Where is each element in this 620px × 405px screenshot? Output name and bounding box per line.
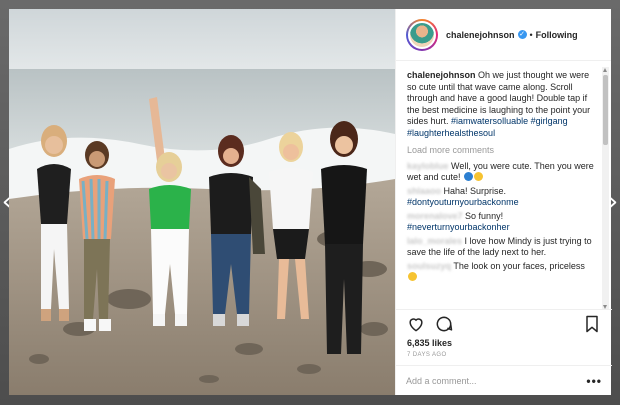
comments-list[interactable]: chalenejohnson Oh we just thought we wer…: [396, 62, 602, 309]
laughing-emoji-icon: [474, 172, 484, 181]
post-actions: 6,835 likes 7 DAYS AGO •••: [396, 309, 612, 395]
post-header: chalenejohnson ✓ • Following: [396, 9, 611, 61]
action-icons-row: [396, 310, 612, 338]
caption-hashtag-3[interactable]: #laughterhealsthesoul: [407, 128, 495, 138]
caption-username[interactable]: chalenejohnson: [407, 70, 476, 80]
following-button[interactable]: Following: [536, 30, 578, 40]
avatar-image: [408, 20, 436, 49]
caption: chalenejohnson Oh we just thought we wer…: [407, 70, 596, 139]
post-photo-image: [9, 9, 395, 395]
comment-item: morenalove7 So funny! #neverturnyourback…: [407, 211, 596, 234]
add-comment-input[interactable]: [406, 375, 587, 386]
header-username[interactable]: chalenejohnson: [446, 30, 515, 40]
separator-dot: •: [529, 29, 533, 40]
comment-username[interactable]: morenalove7: [407, 211, 463, 221]
load-more-comments-link[interactable]: Load more comments: [407, 145, 596, 157]
likes-count[interactable]: 6,835 likes: [396, 338, 612, 348]
post-modal: chalenejohnson ✓ • Following chalenejohn…: [9, 9, 612, 395]
add-comment-bar: •••: [396, 365, 612, 395]
comment-text: So funny!: [465, 210, 504, 221]
post-timestamp: 7 DAYS AGO: [407, 352, 447, 358]
comment-item: shlaaoo Haha! Surprise. #dontyouturnyour…: [407, 186, 596, 209]
comment-username[interactable]: lalo_morales: [407, 236, 462, 246]
post-photo[interactable]: [9, 9, 395, 395]
comment-username[interactable]: kayloblue: [407, 161, 449, 171]
laughing-emoji-icon: [408, 272, 417, 281]
comment-username[interactable]: shlaaoo: [407, 186, 441, 196]
caption-hashtag-1[interactable]: #iamwatersolluable: [451, 116, 528, 126]
comment-item: soulsuzyq The look on your faces, pricel…: [407, 261, 596, 284]
comment-username[interactable]: soulsuzyq: [407, 261, 451, 271]
comment-bubble-icon[interactable]: [434, 314, 454, 334]
save-bookmark-icon[interactable]: [582, 314, 602, 334]
like-heart-icon[interactable]: [406, 314, 426, 334]
verified-badge-icon: ✓: [517, 30, 527, 39]
comments-scrollbar[interactable]: [602, 67, 609, 310]
swimmer-emoji-icon: [464, 172, 474, 181]
caption-hashtag-2[interactable]: #girlgang: [531, 116, 568, 126]
comment-hashtag[interactable]: #dontyouturnyourbackonme: [407, 197, 519, 207]
comment-hashtag[interactable]: #neverturnyourbackonher: [407, 222, 510, 232]
comment-text: Haha! Surprise.: [443, 185, 507, 196]
comment-item: lalo_morales I love how Mindy is just tr…: [407, 236, 596, 259]
more-options-icon[interactable]: •••: [586, 374, 602, 388]
scroll-up-arrow-icon[interactable]: [603, 68, 607, 72]
comment-text: The look on your faces, priceless: [453, 260, 585, 271]
post-side-panel: chalenejohnson ✓ • Following chalenejohn…: [395, 9, 612, 395]
profile-avatar[interactable]: [406, 18, 438, 51]
scrollbar-thumb[interactable]: [603, 75, 608, 145]
comment-item: kayloblue Well, you were cute. Then you …: [407, 161, 596, 184]
